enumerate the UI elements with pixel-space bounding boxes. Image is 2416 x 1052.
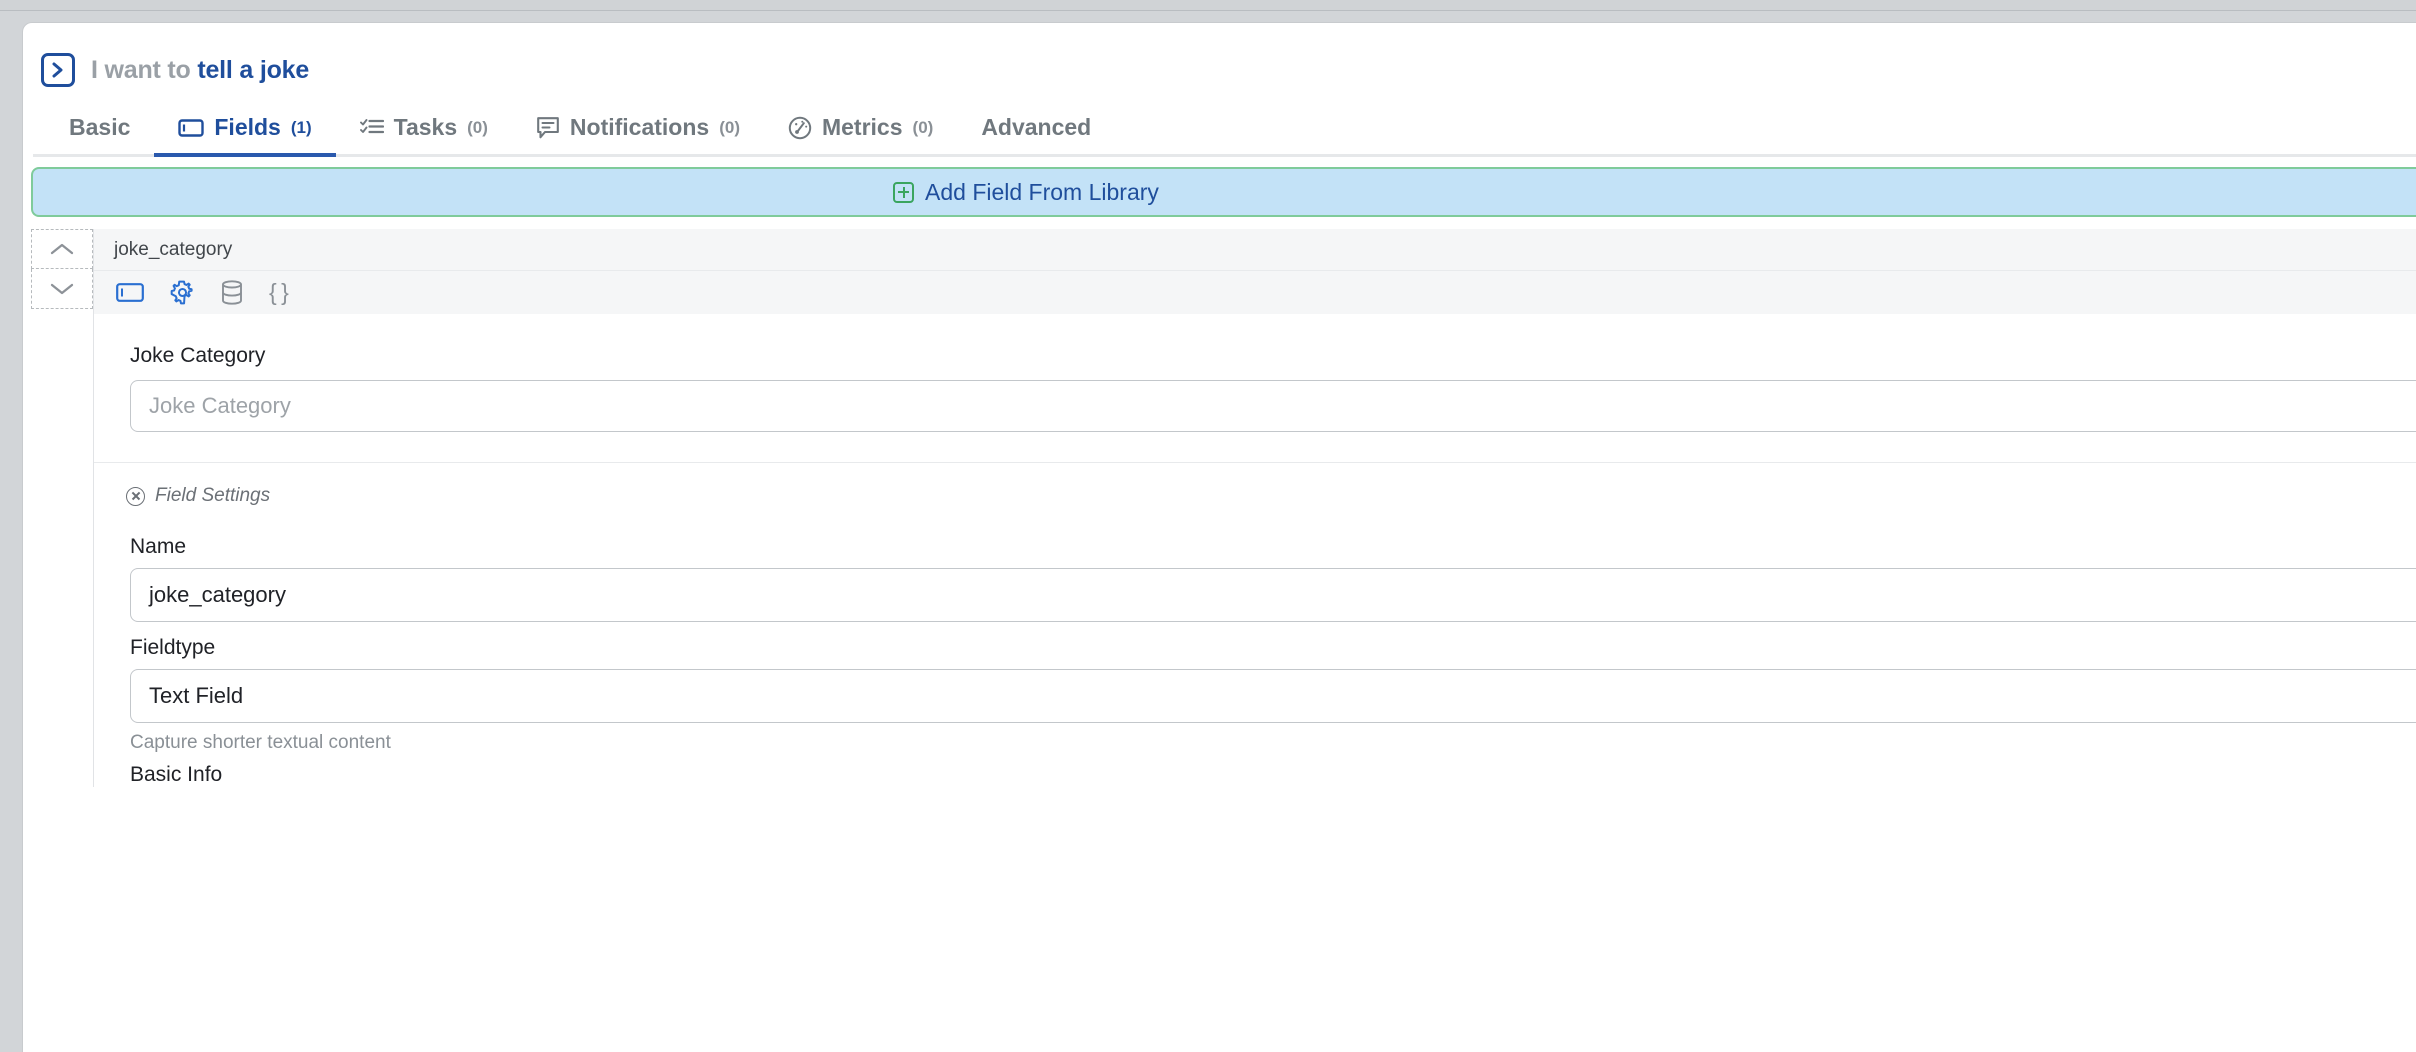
- page-header: I want to tell a joke: [23, 23, 2416, 89]
- name-label: Name: [130, 535, 187, 558]
- tab-metrics-label: Metrics: [821, 114, 903, 140]
- chevron-up-icon: [50, 243, 74, 255]
- page-title-subject: tell a joke: [197, 55, 310, 84]
- tab-metrics[interactable]: Metrics (0): [764, 114, 957, 157]
- setting-name-block: Name joke_category: [126, 535, 2416, 622]
- page-left-gutter: [0, 11, 22, 1050]
- tab-tasks-count: (0): [467, 117, 488, 137]
- field-card-name: joke_category: [114, 238, 233, 260]
- field-preview: Joke Category Joke Category: [94, 314, 2416, 463]
- fieldtype-help-text: Capture shorter textual content: [130, 732, 391, 753]
- fieldtype-select[interactable]: Text Field: [130, 669, 2416, 723]
- chevron-down-icon: [50, 283, 74, 294]
- field-row: joke_category {} Joke Category Joke Cat…: [23, 229, 2416, 787]
- fieldtype-value: Text Field: [149, 683, 244, 708]
- field-preview-label: Joke Category: [130, 344, 266, 367]
- text-field-icon[interactable]: [116, 282, 144, 303]
- fieldtype-label: Fieldtype: [130, 636, 216, 659]
- tab-notifications[interactable]: Notifications (0): [512, 114, 764, 157]
- circle-x-icon[interactable]: [126, 486, 145, 506]
- database-icon[interactable]: [221, 280, 243, 305]
- field-card-header[interactable]: joke_category: [94, 229, 2416, 271]
- setting-fieldtype-block: Fieldtype Text Field Capture shorter tex…: [126, 636, 2416, 787]
- tab-fields-label: Fields: [214, 114, 281, 140]
- field-preview-placeholder: Joke Category: [149, 393, 291, 418]
- tab-notifications-count: (0): [719, 117, 740, 137]
- tab-basic-label: Basic: [69, 114, 131, 140]
- tab-notifications-label: Notifications: [569, 114, 710, 140]
- page-title: I want to tell a joke: [91, 56, 309, 85]
- move-field-up-button[interactable]: [31, 229, 93, 269]
- field-settings-title: Field Settings: [155, 485, 271, 506]
- basic-info-heading: Basic Info: [130, 763, 223, 786]
- app-card: I want to tell a joke Basic Fields (1) T…: [22, 22, 2416, 1052]
- name-input-value: joke_category: [149, 582, 286, 607]
- tab-metrics-count: (0): [912, 117, 934, 137]
- field-preview-input[interactable]: Joke Category: [130, 380, 2416, 432]
- speech-bubble-icon: [536, 116, 560, 140]
- gear-icon[interactable]: [170, 280, 195, 305]
- tab-bar: Basic Fields (1) Tasks (0) Notifications…: [23, 95, 2416, 157]
- add-field-from-library-button[interactable]: Add Field From Library: [31, 167, 2416, 217]
- tab-fields-count: (1): [290, 117, 312, 137]
- field-card-toolbar: { }: [94, 271, 2416, 314]
- tab-advanced[interactable]: Advanced: [957, 114, 1115, 157]
- gauge-icon: [788, 116, 812, 140]
- add-field-from-library-label-group: Add Field From Library: [893, 179, 1159, 206]
- checklist-icon: [359, 117, 384, 139]
- name-input[interactable]: joke_category: [130, 568, 2416, 622]
- plus-square-icon: [893, 181, 914, 203]
- curly-braces-icon[interactable]: { }: [269, 279, 289, 306]
- field-reorder-controls: [31, 229, 93, 787]
- tab-basic[interactable]: Basic: [45, 114, 154, 157]
- field-settings-header[interactable]: Field Settings: [126, 485, 2416, 507]
- library-bar-wrap: Add Field From Library: [23, 157, 2416, 217]
- text-field-icon: [178, 118, 205, 138]
- field-settings-section: Field Settings Name joke_category Fieldt…: [94, 463, 2416, 787]
- field-card: joke_category {} Joke Category Joke Cat…: [93, 229, 2416, 787]
- tab-tasks-label: Tasks: [393, 114, 458, 140]
- move-field-down-button[interactable]: [31, 269, 93, 309]
- chevron-in-box-icon: [41, 53, 75, 87]
- add-field-from-library-label: Add Field From Library: [925, 178, 1159, 205]
- tab-advanced-label: Advanced: [981, 114, 1092, 140]
- tab-fields[interactable]: Fields (1): [154, 114, 336, 157]
- window-chrome-strip: [0, 0, 2416, 11]
- page-title-prefix: I want to: [91, 55, 191, 84]
- tab-tasks[interactable]: Tasks (0): [336, 114, 512, 157]
